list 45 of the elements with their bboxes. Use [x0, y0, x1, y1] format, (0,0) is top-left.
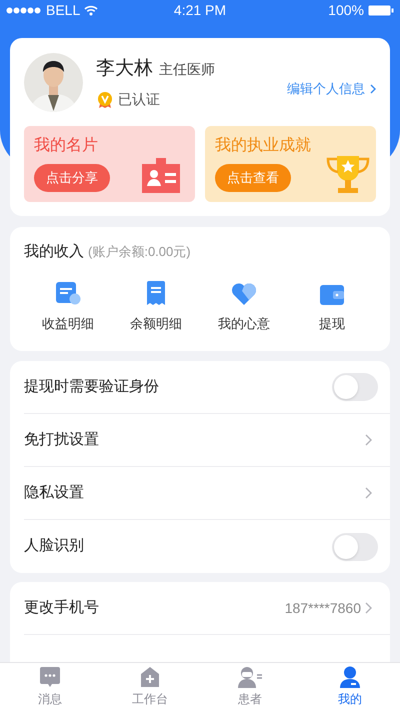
- chevron-icon: [365, 434, 372, 446]
- section-title: 我的收入: [24, 242, 84, 262]
- income-item[interactable]: 我的心意: [200, 278, 288, 333]
- chevron-icon: [370, 84, 376, 94]
- battery-level: 100%: [328, 0, 364, 20]
- income-item[interactable]: 余额明细: [112, 278, 200, 333]
- row-label: 人脸识别: [24, 536, 85, 556]
- heart-icon: [231, 282, 257, 306]
- settings-row[interactable]: 更改手机号 187****7860: [24, 582, 390, 635]
- tab-item[interactable]: 我的: [300, 663, 400, 710]
- wallet-icon: [319, 284, 345, 306]
- status-time: 4:21 PM: [172, 0, 228, 20]
- chevron-icon: [365, 487, 372, 499]
- verified-label: 已认证: [118, 90, 160, 110]
- phone-number: 187****7860: [284, 598, 361, 618]
- row-label: 免打扰设置: [24, 430, 100, 450]
- chevron-icon: [365, 602, 372, 614]
- row-label: 更改手机号: [24, 598, 100, 618]
- wifi-icon: [84, 4, 98, 16]
- receipt-icon: [145, 280, 167, 306]
- house-icon: [140, 666, 160, 688]
- verified-icon: [96, 90, 114, 109]
- trophy-icon: [326, 154, 370, 196]
- settings-row[interactable]: 人脸识别: [24, 520, 390, 573]
- settings-row[interactable]: 隐私设置: [24, 467, 390, 520]
- chat-icon: [39, 666, 61, 688]
- receipt-icon: [55, 280, 81, 306]
- patient-icon: [238, 666, 262, 688]
- toggle-switch[interactable]: [332, 373, 378, 401]
- settings-row[interactable]: 提现时需要验证身份: [24, 361, 390, 414]
- row-label: 隐私设置: [24, 482, 85, 503]
- balance-text: (账户余额:0.00元): [88, 243, 191, 261]
- signal-icon: [6, 6, 42, 14]
- toggle-switch[interactable]: [332, 532, 378, 560]
- promo-title: 我的名片: [34, 136, 99, 156]
- person-icon: [340, 666, 360, 688]
- row-label: 提现时需要验证身份: [24, 376, 160, 397]
- id-card-icon: [140, 156, 182, 194]
- doctor-title: 主任医师: [159, 60, 215, 79]
- income-item[interactable]: 收益明细: [24, 278, 112, 333]
- settings-row[interactable]: 免打扰设置: [24, 414, 390, 467]
- carrier-name: BELL: [46, 0, 80, 20]
- income-item[interactable]: 提现: [288, 278, 376, 333]
- promo-title: 我的执业成就: [215, 136, 312, 156]
- doctor-name: 李大林: [96, 56, 153, 81]
